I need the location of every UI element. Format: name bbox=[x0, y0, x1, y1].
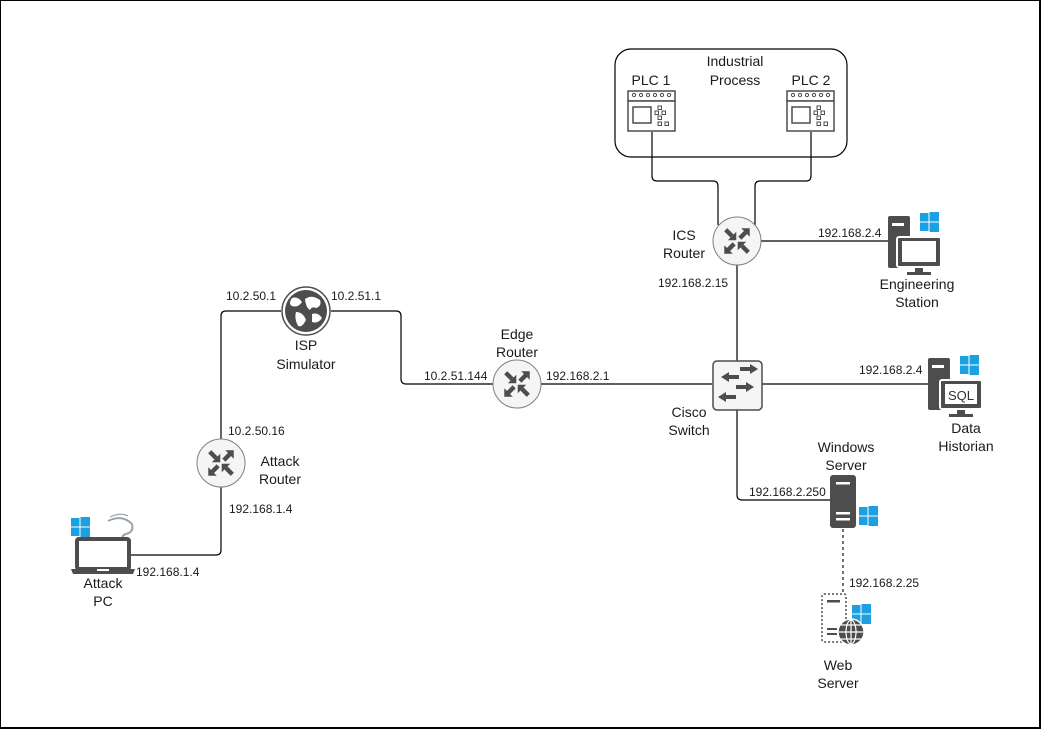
historian-label-line1: Data bbox=[951, 420, 981, 436]
isp-ip-east: 10.2.51.1 bbox=[331, 289, 381, 303]
connections bbox=[131, 132, 928, 592]
attack-router-ip-north: 10.2.50.16 bbox=[228, 424, 285, 438]
web-server-ip: 192.168.2.25 bbox=[849, 576, 919, 590]
windows-server-label-line1: Windows bbox=[818, 439, 875, 455]
switch-label-line2: Switch bbox=[668, 422, 709, 438]
engineering-station-label-line1: Engineering bbox=[880, 276, 955, 292]
link-plc1-ics-router bbox=[651, 132, 719, 225]
server-windows-icon bbox=[830, 475, 878, 528]
windows-server-label-line2: Server bbox=[825, 457, 867, 473]
link-isp-attack-router bbox=[220, 310, 281, 439]
link-plc2-ics-router bbox=[754, 132, 812, 226]
node-data-historian[interactable]: 192.168.2.4 SQL Data Historian bbox=[859, 355, 994, 454]
sql-server-icon: SQL bbox=[928, 355, 983, 417]
switch-icon bbox=[712, 360, 763, 411]
sql-text: SQL bbox=[948, 388, 974, 403]
group-label-line1: Industrial bbox=[707, 53, 764, 69]
plc-icon bbox=[786, 90, 835, 132]
workstation-windows-icon bbox=[888, 212, 942, 275]
node-engineering-station[interactable]: 192.168.2.4 Engineering Station bbox=[818, 212, 954, 310]
edge-router-label-line1: Edge bbox=[501, 326, 534, 342]
attack-pc-ip: 192.168.1.4 bbox=[136, 565, 200, 579]
node-cisco-switch[interactable]: Cisco Switch bbox=[668, 360, 763, 438]
router-icon bbox=[492, 359, 542, 409]
node-plc1[interactable]: PLC 1 bbox=[627, 72, 676, 132]
node-edge-router[interactable]: Edge Router 10.2.51.144 192.168.2.1 bbox=[424, 326, 610, 409]
switch-label-line1: Cisco bbox=[671, 404, 706, 420]
engineering-station-label-line2: Station bbox=[895, 294, 939, 310]
web-server-label-line1: Web bbox=[824, 657, 853, 673]
laptop-kali-windows-icon bbox=[71, 513, 135, 574]
node-windows-server[interactable]: Windows Server 192.168.2.250 bbox=[749, 439, 878, 528]
attack-pc-label-line2: PC bbox=[93, 593, 112, 609]
group-label-line2: Process bbox=[710, 72, 761, 88]
globe-icon bbox=[281, 286, 331, 336]
web-server-icon bbox=[821, 593, 871, 646]
isp-ip-west: 10.2.50.1 bbox=[226, 289, 276, 303]
edge-router-ip-east: 192.168.2.1 bbox=[546, 369, 610, 383]
engineering-station-ip: 192.168.2.4 bbox=[818, 226, 882, 240]
edge-router-label-line2: Router bbox=[496, 344, 538, 360]
attack-router-label-line1: Attack bbox=[261, 453, 301, 469]
link-attack-router-attack-pc bbox=[131, 487, 222, 556]
network-diagram: Industrial Process PLC 1 PLC 2 ICS Route… bbox=[71, 48, 994, 691]
historian-label-line2: Historian bbox=[938, 438, 993, 454]
router-icon bbox=[712, 216, 762, 266]
web-server-label-line2: Server bbox=[817, 675, 859, 691]
ics-router-label-line1: ICS bbox=[672, 227, 695, 243]
historian-ip: 192.168.2.4 bbox=[859, 363, 923, 377]
node-plc2[interactable]: PLC 2 bbox=[786, 72, 835, 132]
attack-router-ip-south: 192.168.1.4 bbox=[229, 502, 293, 516]
ics-router-ip: 192.168.2.15 bbox=[658, 276, 728, 290]
ics-router-label-line2: Router bbox=[663, 245, 705, 261]
node-attack-pc[interactable]: 192.168.1.4 Attack PC bbox=[71, 513, 200, 609]
node-isp-simulator[interactable]: 10.2.50.1 10.2.51.1 ISP Simulator bbox=[226, 286, 381, 372]
attack-router-label-line2: Router bbox=[259, 471, 301, 487]
plc-icon bbox=[627, 90, 676, 132]
windows-server-ip: 192.168.2.250 bbox=[749, 485, 826, 499]
plc1-label: PLC 1 bbox=[632, 72, 671, 88]
node-ics-router[interactable]: ICS Router 192.168.2.15 bbox=[658, 216, 762, 290]
isp-label-line2: Simulator bbox=[276, 356, 335, 372]
node-web-server[interactable]: 192.168.2.25 Web Server bbox=[817, 576, 919, 691]
edge-router-ip-west: 10.2.51.144 bbox=[424, 369, 488, 383]
isp-label-line1: ISP bbox=[295, 337, 318, 353]
router-icon bbox=[196, 438, 246, 488]
attack-pc-label-line1: Attack bbox=[84, 575, 124, 591]
plc2-label: PLC 2 bbox=[792, 72, 831, 88]
node-attack-router[interactable]: 10.2.50.16 Attack Router 192.168.1.4 bbox=[196, 424, 301, 516]
